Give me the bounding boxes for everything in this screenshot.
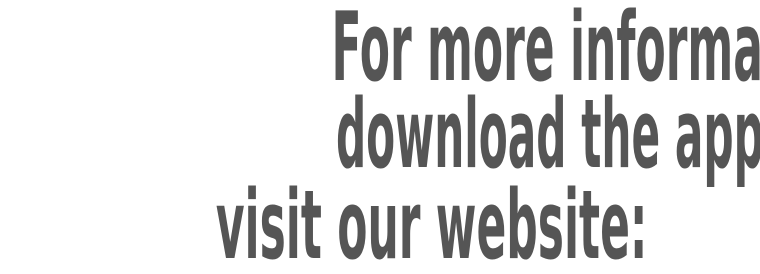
message-line-3: visit our website:: [0, 177, 760, 272]
info-banner: For more information or to download the …: [0, 0, 760, 274]
message-line-2: download the application,: [0, 86, 760, 181]
message-line-1: For more information or to: [0, 0, 760, 95]
message-line-3-text: visit our website:: [215, 169, 648, 274]
message-line-2-text: download the application,: [335, 78, 760, 190]
